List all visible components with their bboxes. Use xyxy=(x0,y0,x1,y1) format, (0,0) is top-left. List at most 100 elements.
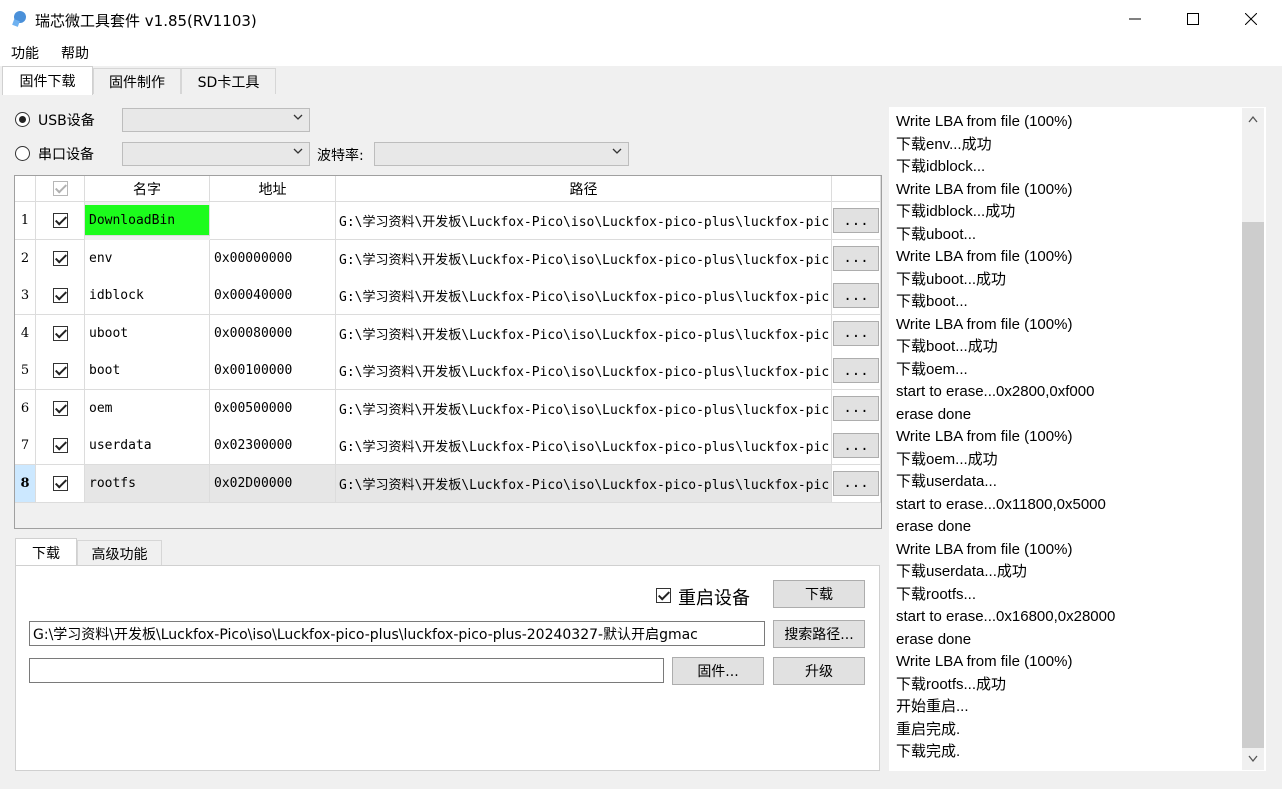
partition-name[interactable]: boot xyxy=(85,352,210,390)
select-all-checkbox[interactable] xyxy=(52,181,68,196)
tab-firmware-make[interactable]: 固件制作 xyxy=(93,68,181,94)
table-row[interactable]: 2 env 0x00000000 G:\学习资料\开发板\Luckfox-Pico\i… xyxy=(15,239,881,278)
browse-button[interactable]: ... xyxy=(833,245,879,271)
chevron-up-icon xyxy=(1248,115,1258,123)
row-checkbox[interactable] xyxy=(52,213,68,228)
row-number[interactable]: 8 xyxy=(15,464,36,503)
row-number[interactable]: 5 xyxy=(15,352,36,390)
upgrade-button[interactable]: 升级 xyxy=(773,657,865,685)
reboot-checkbox[interactable] xyxy=(656,588,671,603)
row-number[interactable]: 4 xyxy=(15,314,36,353)
tab-advanced[interactable]: 高级功能 xyxy=(77,540,162,566)
partition-address[interactable]: 0x02D00000 xyxy=(210,464,336,503)
partition-name[interactable]: rootfs xyxy=(85,464,210,503)
partition-address[interactable]: 0x00500000 xyxy=(210,389,336,428)
table-row[interactable]: 4 uboot 0x00080000 G:\学习资料\开发板\Luckfox-Pico… xyxy=(15,314,881,353)
row-number[interactable]: 2 xyxy=(15,239,36,278)
row-number[interactable]: 7 xyxy=(15,427,36,465)
minimize-button[interactable] xyxy=(1106,0,1164,38)
browse-button[interactable]: ... xyxy=(833,358,879,383)
row-checkbox[interactable] xyxy=(52,438,68,453)
table-row[interactable]: 7 userdata 0x02300000 G:\学习资料\开发板\Luckfox-P… xyxy=(15,427,881,465)
scroll-up-button[interactable] xyxy=(1242,108,1264,130)
row-checkbox[interactable] xyxy=(52,400,68,416)
menu-help[interactable]: 帮助 xyxy=(61,43,89,63)
partition-name[interactable]: env xyxy=(85,239,210,278)
partition-address[interactable]: 0x00000000 xyxy=(210,239,336,278)
header-path[interactable]: 路径 xyxy=(336,176,832,202)
partition-address[interactable]: 0x00040000 xyxy=(210,277,336,315)
browse-button[interactable]: ... xyxy=(833,433,879,458)
usb-device-radio[interactable] xyxy=(15,112,30,127)
header-browse xyxy=(832,176,881,202)
partition-name[interactable]: idblock xyxy=(85,277,210,315)
row-checkbox-cell[interactable] xyxy=(36,352,85,390)
table-row[interactable]: 6 oem 0x00500000 G:\学习资料\开发板\Luckfox-Pico\i… xyxy=(15,389,881,428)
partition-name[interactable]: DownloadBin xyxy=(85,205,210,236)
scroll-down-button[interactable] xyxy=(1242,748,1264,770)
row-number[interactable]: 1 xyxy=(15,202,36,240)
row-number[interactable]: 6 xyxy=(15,389,36,428)
partition-address[interactable]: 0x02300000 xyxy=(210,427,336,465)
partition-path[interactable]: G:\学习资料\开发板\Luckfox-Pico\iso\Luckfox-pic… xyxy=(336,427,832,465)
table-row[interactable]: 8 rootfs 0x02D00000 G:\学习资料\开发板\Luckfox-Pic… xyxy=(15,464,881,503)
table-row[interactable]: 3 idblock 0x00040000 G:\学习资料\开发板\Luckfox-Pi… xyxy=(15,277,881,315)
row-checkbox-cell[interactable] xyxy=(36,389,85,428)
log-line: 下载uboot... xyxy=(896,225,977,243)
log-scrollbar-thumb[interactable] xyxy=(1242,222,1264,748)
row-checkbox[interactable] xyxy=(52,288,68,303)
usb-device-select[interactable] xyxy=(122,108,310,132)
baud-rate-select[interactable] xyxy=(374,142,629,166)
partition-address[interactable]: 0x00100000 xyxy=(210,352,336,390)
partition-name[interactable]: userdata xyxy=(85,427,210,465)
row-checkbox[interactable] xyxy=(52,250,68,266)
header-name[interactable]: 名字 xyxy=(85,176,210,202)
serial-device-radio[interactable] xyxy=(15,146,30,161)
row-checkbox-cell[interactable] xyxy=(36,239,85,278)
partition-address[interactable]: 0x00080000 xyxy=(210,314,336,353)
browse-button[interactable]: ... xyxy=(833,395,879,421)
row-checkbox-cell[interactable] xyxy=(36,277,85,315)
firmware-path-field[interactable]: G:\学习资料\开发板\Luckfox-Pico\iso\Luckfox-pic… xyxy=(29,621,765,646)
row-checkbox[interactable] xyxy=(52,325,68,341)
close-button[interactable] xyxy=(1222,0,1280,38)
partition-address[interactable] xyxy=(210,202,336,240)
partition-name[interactable]: oem xyxy=(85,389,210,428)
partition-path[interactable]: G:\学习资料\开发板\Luckfox-Pico\iso\Luckfox-pic… xyxy=(336,389,832,428)
tab-firmware-download[interactable]: 固件下载 xyxy=(2,66,93,95)
partition-path[interactable]: G:\学习资料\开发板\Luckfox-Pico\iso\Luckfox-pic… xyxy=(336,352,832,390)
maximize-button[interactable] xyxy=(1164,0,1222,38)
table-row[interactable]: 5 boot 0x00100000 G:\学习资料\开发板\Luckfox-Pico\… xyxy=(15,352,881,390)
row-checkbox-cell[interactable] xyxy=(36,314,85,353)
row-checkbox[interactable] xyxy=(52,475,68,491)
browse-button[interactable]: ... xyxy=(833,283,879,308)
serial-device-select[interactable] xyxy=(122,142,310,166)
row-checkbox-cell[interactable] xyxy=(36,427,85,465)
log-line: erase done xyxy=(896,405,972,423)
partition-path[interactable]: G:\学习资料\开发板\Luckfox-Pico\iso\Luckfox-pic… xyxy=(336,314,832,353)
partition-name[interactable]: uboot xyxy=(85,314,210,353)
browse-button[interactable]: ... xyxy=(833,208,879,233)
partition-path[interactable]: G:\学习资料\开发板\Luckfox-Pico\iso\Luckfox-pic… xyxy=(336,464,832,503)
partition-path[interactable]: G:\学习资料\开发板\Luckfox-Pico\iso\Luckfox-pic… xyxy=(336,277,832,315)
firmware-file-field[interactable] xyxy=(29,658,664,683)
partition-path[interactable]: G:\学习资料\开发板\Luckfox-Pico\iso\Luckfox-pic… xyxy=(336,239,832,278)
tab-download[interactable]: 下载 xyxy=(15,538,77,566)
select-all-checkbox-header[interactable] xyxy=(36,176,85,202)
download-button[interactable]: 下载 xyxy=(773,580,865,608)
log-output[interactable]: Write LBA from file (100%) 下载env...成功 下载id… xyxy=(889,107,1266,771)
header-address[interactable]: 地址 xyxy=(210,176,336,202)
search-path-button[interactable]: 搜索路径... xyxy=(773,620,865,648)
row-number[interactable]: 3 xyxy=(15,277,36,315)
row-checkbox-cell[interactable] xyxy=(36,202,85,240)
table-row[interactable]: 1 DownloadBin G:\学习资料\开发板\Luckfox-Pico\iso… xyxy=(15,202,881,240)
tab-sd-card-tool[interactable]: SD卡工具 xyxy=(181,68,276,94)
browse-button[interactable]: ... xyxy=(833,320,879,346)
partition-path[interactable]: G:\学习资料\开发板\Luckfox-Pico\iso\Luckfox-pic… xyxy=(336,202,832,240)
menu-function[interactable]: 功能 xyxy=(11,43,39,63)
browse-button[interactable]: ... xyxy=(833,470,879,496)
firmware-button[interactable]: 固件... xyxy=(672,657,764,685)
row-checkbox-cell[interactable] xyxy=(36,464,85,503)
chevron-down-icon xyxy=(293,112,303,125)
row-checkbox[interactable] xyxy=(52,363,68,378)
